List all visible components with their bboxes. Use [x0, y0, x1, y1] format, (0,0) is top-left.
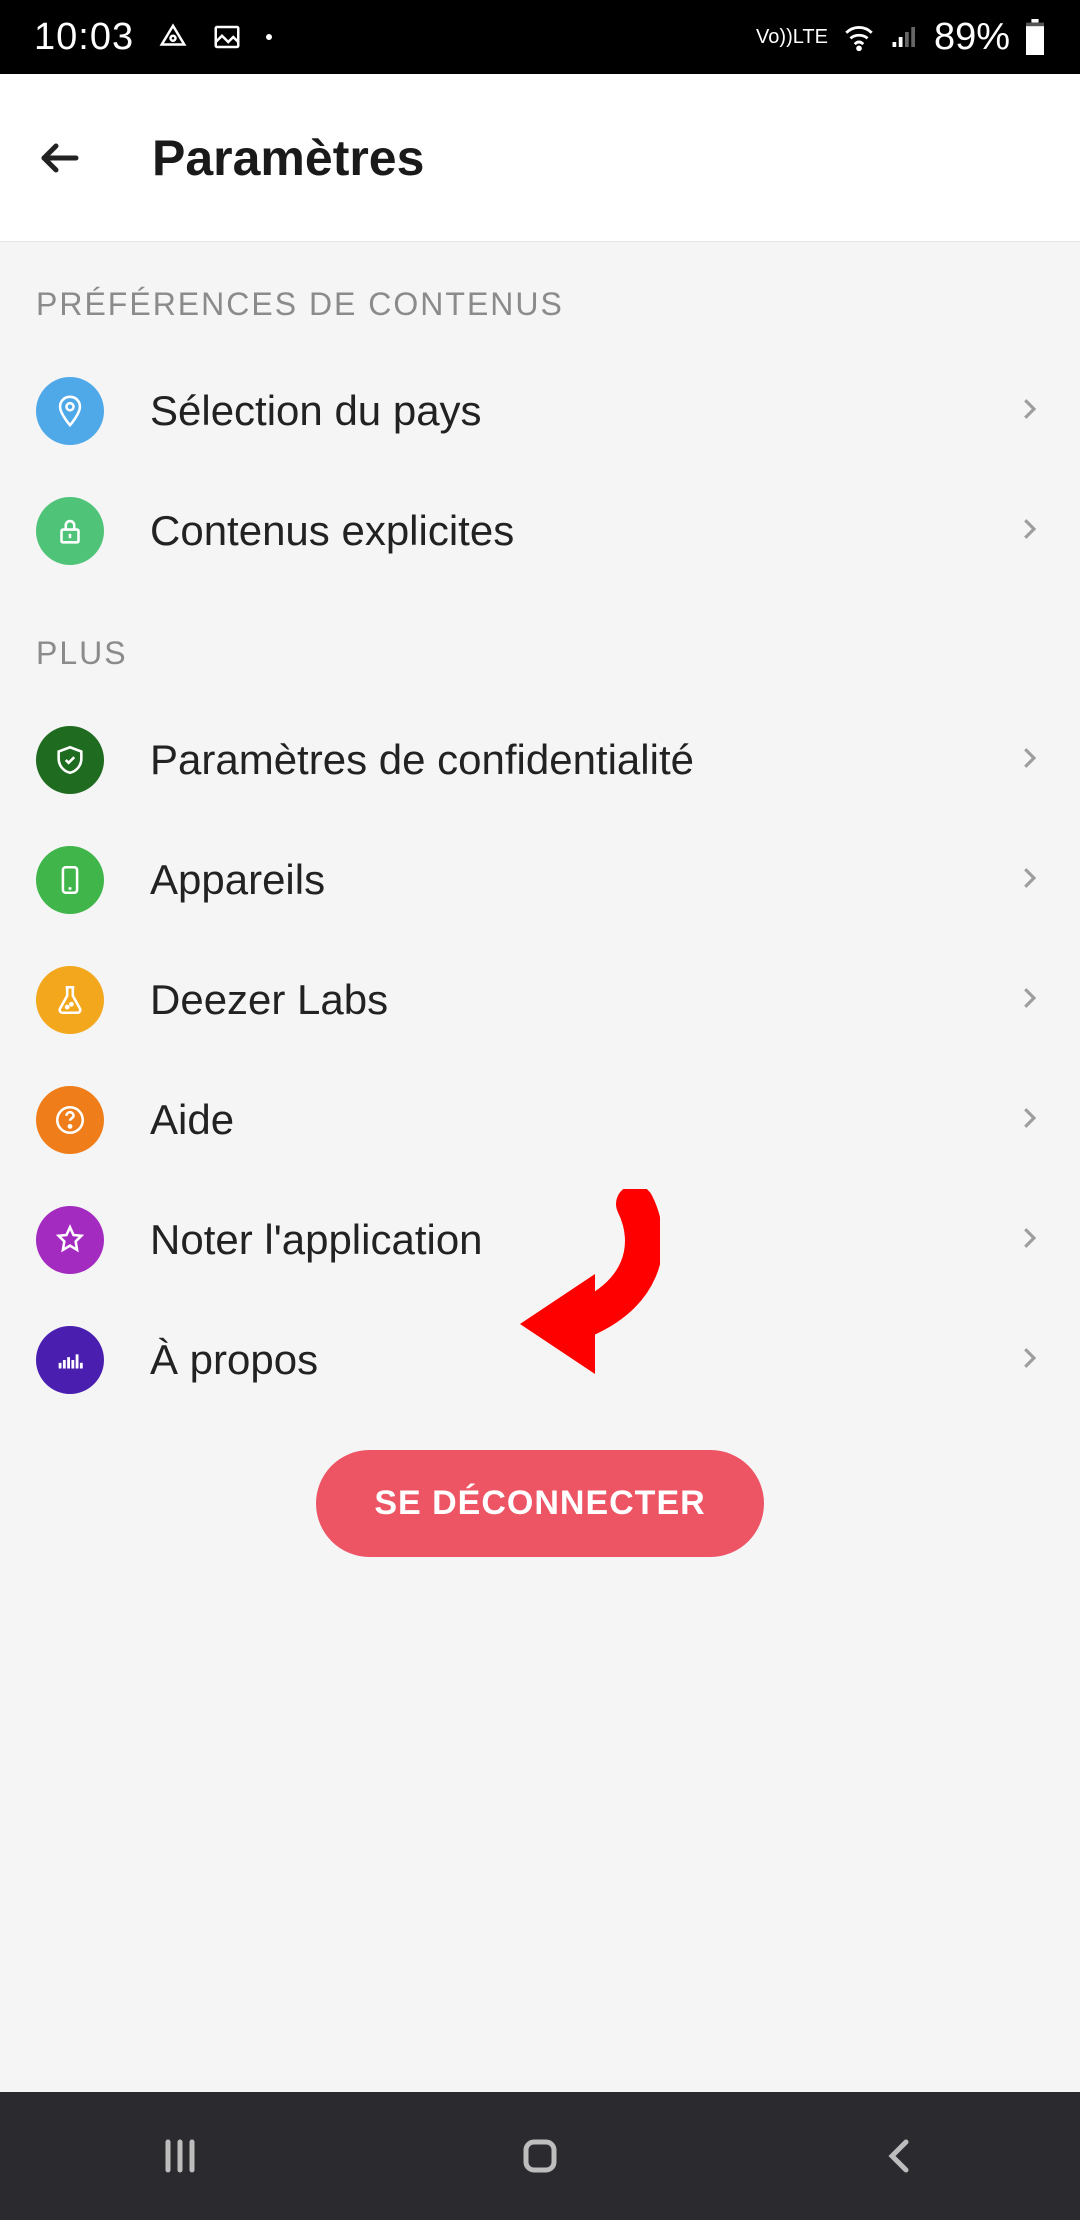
row-label: Sélection du pays	[150, 387, 968, 435]
image-icon	[212, 22, 242, 52]
dot-icon	[266, 34, 272, 40]
section-header-plus: PLUS	[0, 591, 1080, 700]
back-button[interactable]	[36, 134, 84, 182]
star-icon	[36, 1206, 104, 1274]
chevron-right-icon	[1014, 385, 1044, 438]
row-label: Deezer Labs	[150, 976, 968, 1024]
help-icon	[36, 1086, 104, 1154]
flask-icon	[36, 966, 104, 1034]
app-header: Paramètres	[0, 74, 1080, 242]
row-label: Paramètres de confidentialité	[150, 736, 968, 784]
nav-recents-button[interactable]	[156, 2132, 204, 2180]
row-explicit-content[interactable]: Contenus explicites	[0, 471, 1080, 591]
signal-icon	[890, 22, 920, 52]
chevron-right-icon	[1014, 1214, 1044, 1267]
chevron-right-icon	[1014, 1334, 1044, 1387]
status-bar: 10:03 Vo))LTE 89%	[0, 0, 1080, 74]
chevron-right-icon	[1014, 974, 1044, 1027]
equalizer-icon	[36, 1326, 104, 1394]
row-label: À propos	[150, 1336, 968, 1384]
phone-icon	[36, 846, 104, 914]
section-header-preferences: PRÉFÉRENCES DE CONTENUS	[0, 242, 1080, 351]
logout-button[interactable]: SE DÉCONNECTER	[316, 1450, 763, 1557]
row-help[interactable]: Aide	[0, 1060, 1080, 1180]
nav-back-button[interactable]	[876, 2132, 924, 2180]
battery-percent: 89%	[934, 16, 1010, 59]
row-privacy-settings[interactable]: Paramètres de confidentialité	[0, 700, 1080, 820]
row-devices[interactable]: Appareils	[0, 820, 1080, 940]
chevron-right-icon	[1014, 1094, 1044, 1147]
row-label: Contenus explicites	[150, 507, 968, 555]
chevron-right-icon	[1014, 854, 1044, 907]
row-label: Aide	[150, 1096, 968, 1144]
lock-icon	[36, 497, 104, 565]
row-label: Appareils	[150, 856, 968, 904]
chevron-right-icon	[1014, 734, 1044, 787]
page-title: Paramètres	[152, 129, 424, 187]
row-country-selection[interactable]: Sélection du pays	[0, 351, 1080, 471]
row-deezer-labs[interactable]: Deezer Labs	[0, 940, 1080, 1060]
row-label: Noter l'application	[150, 1216, 968, 1264]
shield-icon	[36, 726, 104, 794]
pin-icon	[36, 377, 104, 445]
settings-list: PRÉFÉRENCES DE CONTENUS Sélection du pay…	[0, 242, 1080, 2092]
volte-icon: Vo))LTE	[756, 27, 828, 47]
nav-home-button[interactable]	[516, 2132, 564, 2180]
row-rate-app[interactable]: Noter l'application	[0, 1180, 1080, 1300]
chevron-right-icon	[1014, 505, 1044, 558]
drive-icon	[158, 22, 188, 52]
status-time: 10:03	[34, 16, 134, 59]
battery-icon	[1024, 19, 1046, 55]
system-nav-bar	[0, 2092, 1080, 2220]
row-about[interactable]: À propos	[0, 1300, 1080, 1420]
wifi-icon	[842, 20, 876, 54]
